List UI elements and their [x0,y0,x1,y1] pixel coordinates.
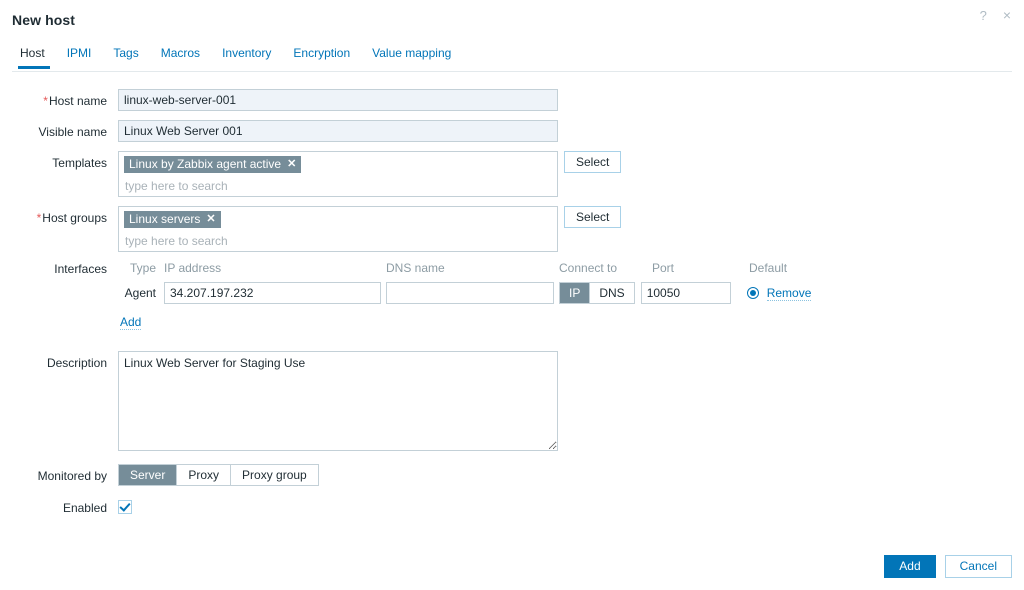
add-interface-row: Add [120,315,811,329]
interfaces-label: Interfaces [0,261,118,276]
interface-row: Agent IP DNS Remove [118,282,811,304]
description-label: Description [0,351,118,370]
host-form: *Host name Visible name Templates Linux … [0,89,1024,515]
visible-name-field-group [118,120,558,142]
column-header-connect-to: Connect to [559,261,652,275]
host-name-field-group [118,89,558,111]
host-group-chip-label: Linux servers [129,212,200,226]
page-title: New host [12,12,75,28]
enabled-label: Enabled [0,496,118,515]
tab-macros[interactable]: Macros [150,44,211,68]
add-interface-link[interactable]: Add [120,315,141,330]
monitored-by-field-group: Server Proxy Proxy group [118,464,319,486]
host-name-label: *Host name [0,89,118,108]
chip-remove-icon[interactable]: ✕ [287,159,296,170]
description-textarea[interactable] [118,351,558,451]
interface-ip-input[interactable] [164,282,381,304]
help-icon[interactable]: ? [977,7,990,24]
interface-dns-input[interactable] [386,282,554,304]
column-header-ip-address: IP address [164,261,386,275]
interfaces-table: Type IP address DNS name Connect to Port… [118,261,811,329]
enabled-checkbox[interactable] [118,500,132,514]
form-row-monitored-by: Monitored by Server Proxy Proxy group [0,464,1024,486]
tab-tags[interactable]: Tags [102,44,149,68]
form-row-host-name: *Host name [0,89,1024,111]
form-row-enabled: Enabled [0,496,1024,515]
column-header-type: Type [118,261,164,275]
form-row-templates: Templates Linux by Zabbix agent active ✕… [0,151,1024,197]
interface-port-input[interactable] [641,282,731,304]
tab-inventory[interactable]: Inventory [211,44,282,68]
templates-label: Templates [0,151,118,170]
form-row-host-groups: *Host groups Linux servers ✕ Select [0,206,1024,252]
interface-default-cell: Remove [747,286,812,301]
column-header-default: Default [749,261,809,275]
remove-interface-link[interactable]: Remove [767,286,812,301]
monitored-by-option-proxy[interactable]: Proxy [176,465,230,485]
template-chip-label: Linux by Zabbix agent active [129,157,281,171]
tab-host[interactable]: Host [12,44,56,68]
connect-to-toggle: IP DNS [559,282,635,304]
enabled-field-group [118,496,132,514]
dialog-footer: Add Cancel [884,555,1012,578]
column-header-port: Port [652,261,749,275]
monitored-by-option-proxy-group[interactable]: Proxy group [230,465,318,485]
chip-remove-icon[interactable]: ✕ [206,214,215,225]
add-button[interactable]: Add [884,555,935,578]
monitored-by-label: Monitored by [0,464,118,483]
tab-encryption[interactable]: Encryption [282,44,361,68]
monitored-by-option-server[interactable]: Server [119,465,176,485]
tab-bar: Host IPMI Tags Macros Inventory Encrypti… [12,44,1012,72]
cancel-button[interactable]: Cancel [945,555,1012,578]
connect-to-option-ip[interactable]: IP [560,283,589,303]
host-name-input[interactable] [118,89,558,111]
form-row-visible-name: Visible name [0,120,1024,142]
tab-value-mapping[interactable]: Value mapping [361,44,462,68]
close-icon[interactable]: × [1000,6,1014,24]
monitored-by-segmented-control: Server Proxy Proxy group [118,464,319,486]
required-asterisk: * [43,94,48,108]
template-chip: Linux by Zabbix agent active ✕ [124,156,301,173]
host-groups-field-group: Linux servers ✕ Select [118,206,621,252]
templates-select-button[interactable]: Select [564,151,621,173]
interfaces-column-headers: Type IP address DNS name Connect to Port… [118,261,811,275]
required-asterisk: * [37,211,42,225]
templates-field-group: Linux by Zabbix agent active ✕ Select [118,151,621,197]
connect-to-option-dns[interactable]: DNS [589,283,633,303]
templates-multiselect[interactable]: Linux by Zabbix agent active ✕ [118,151,558,197]
visible-name-label: Visible name [0,120,118,139]
header-controls: ? × [977,6,1014,24]
host-groups-select-button[interactable]: Select [564,206,621,228]
interface-type-label: Agent [118,286,164,300]
visible-name-input[interactable] [118,120,558,142]
default-interface-radio[interactable] [747,287,759,299]
templates-search-input[interactable] [124,176,536,193]
host-groups-label: *Host groups [0,206,118,225]
dialog-header: New host ? × [0,0,1024,44]
host-groups-multiselect[interactable]: Linux servers ✕ [118,206,558,252]
column-header-dns-name: DNS name [386,261,559,275]
tab-ipmi[interactable]: IPMI [56,44,103,68]
host-groups-search-input[interactable] [124,231,536,248]
form-row-description: Description [0,351,1024,451]
form-row-interfaces: Interfaces Type IP address DNS name Conn… [0,261,1024,329]
host-group-chip: Linux servers ✕ [124,211,221,228]
description-field-group [118,351,558,451]
